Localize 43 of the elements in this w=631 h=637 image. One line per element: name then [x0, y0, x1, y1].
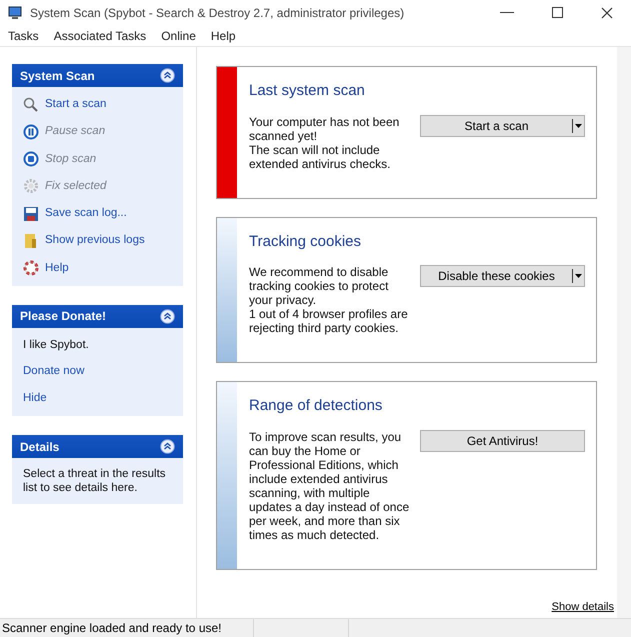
split-button[interactable]: Disable these cookies	[420, 265, 585, 287]
window-title: System Scan (Spybot - Search & Destroy 2.7, administrator privileges)	[30, 4, 406, 22]
panel-text: Select a threat in the results list to see details here.	[23, 467, 167, 496]
task-link[interactable]: Hide	[23, 390, 47, 408]
dropdown-icon	[573, 122, 584, 128]
action-button[interactable]: Get Antivirus!	[420, 430, 585, 452]
menu-item[interactable]: Online	[161, 26, 196, 44]
maximize-button[interactable]	[552, 7, 563, 18]
panel-text: I like Spybot.	[23, 338, 89, 352]
task-link[interactable]: Start a scan	[45, 96, 106, 114]
app-icon	[8, 6, 22, 20]
card-title: Last system scan	[249, 81, 366, 101]
lifebuoy-icon	[23, 260, 39, 276]
folder-icon	[23, 232, 39, 249]
card-text: We recommend to disable tracking cookies to protect your privacy.	[249, 265, 390, 307]
task-link[interactable]: Help	[45, 260, 69, 277]
show-details-link[interactable]: Show details	[552, 598, 614, 615]
menu-item[interactable]: Tasks	[8, 26, 39, 44]
collapse-icon[interactable]	[160, 68, 175, 83]
split-button[interactable]: Start a scan	[420, 114, 585, 136]
card-text: The scan will not include extended antivirus checks.	[249, 142, 392, 170]
collapse-icon[interactable]	[160, 439, 175, 454]
menu-item[interactable]: Help	[210, 26, 236, 44]
panel-title: Details	[20, 438, 60, 456]
task-link[interactable]: Show previous logs	[45, 232, 145, 250]
card-text: To improve scan results, you can buy the Home or Professional Editions, which include extended antivirus scanning, with multiple updates a day instead of once per week, and more than six times as much detected.	[249, 430, 410, 542]
panel-title: Please Donate!	[20, 308, 106, 326]
card-text: Your computer has not been scanned yet!	[249, 114, 400, 142]
card-text: 1 out of 4 browser profiles are rejecting third party cookies.	[249, 307, 409, 335]
stop-icon	[23, 151, 39, 168]
card-title: Tracking cookies	[249, 232, 362, 252]
task-link[interactable]: Donate now	[23, 362, 84, 380]
dropdown-icon	[573, 273, 584, 279]
collapse-icon[interactable]	[160, 308, 175, 324]
card-title: Range of detections	[249, 396, 384, 416]
close-icon[interactable]	[601, 6, 613, 18]
status-text: Scanner engine loaded and ready to use!	[0, 619, 254, 637]
search-icon	[23, 96, 39, 113]
pause-icon	[23, 124, 39, 140]
task-link[interactable]: Save scan log...	[45, 205, 127, 222]
gear-icon	[23, 178, 39, 194]
panel-title: System Scan	[20, 68, 95, 84]
menu-item[interactable]: Associated Tasks	[54, 26, 146, 44]
